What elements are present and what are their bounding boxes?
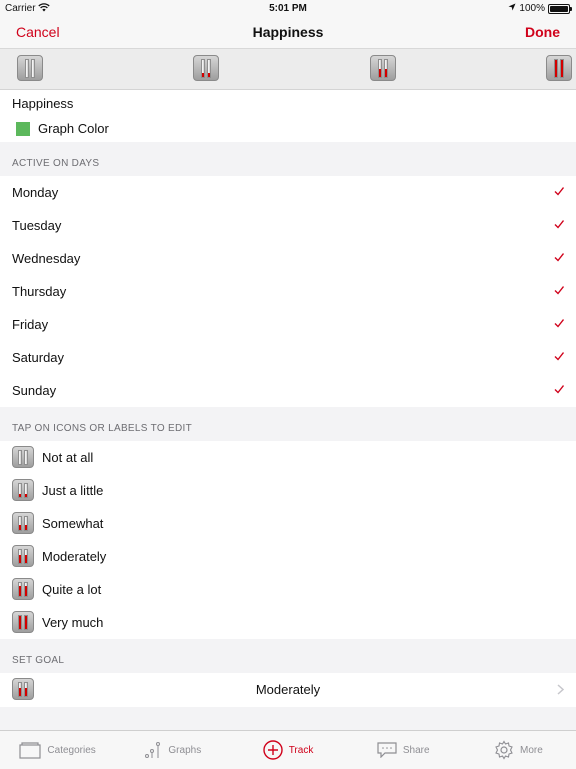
category-name[interactable]: Happiness: [12, 96, 73, 111]
tab-bar: Categories Graphs Track Share More: [0, 730, 576, 769]
plus-circle-icon: [262, 740, 283, 760]
checkmark-icon: [554, 286, 564, 295]
meter-icon[interactable]: [12, 479, 34, 501]
checkmark-icon: [554, 319, 564, 328]
level-label[interactable]: Just a little: [42, 483, 103, 498]
day-row-monday[interactable]: Monday: [0, 176, 576, 209]
goal-value: Moderately: [255, 682, 321, 697]
gear-icon: [495, 740, 513, 760]
page-title: Happiness: [252, 24, 324, 40]
location-icon: [508, 3, 516, 14]
checkmark-icon: [554, 253, 564, 262]
graph-icon: [145, 742, 161, 758]
meter-icon[interactable]: [17, 55, 43, 81]
tab-categories[interactable]: Categories: [0, 731, 115, 769]
chevron-right-icon: [557, 684, 564, 695]
checkmark-icon: [554, 385, 564, 394]
active-days-header: ACTIVE ON DAYS: [12, 158, 100, 169]
done-button[interactable]: Done: [525, 24, 560, 40]
status-time: 5:01 PM: [269, 3, 307, 14]
battery-icon: [548, 3, 572, 14]
checkmark-icon: [554, 220, 564, 229]
level-row[interactable]: Somewhat: [0, 507, 576, 540]
meter-icon[interactable]: [12, 545, 34, 567]
tab-track[interactable]: Track: [230, 731, 345, 769]
day-row-sunday[interactable]: Sunday: [0, 374, 576, 407]
level-row[interactable]: Not at all: [0, 441, 576, 474]
level-label[interactable]: Not at all: [42, 450, 93, 465]
level-label[interactable]: Very much: [42, 615, 103, 630]
status-bar: Carrier 5:01 PM 100%: [0, 0, 576, 16]
meter-icon[interactable]: [370, 55, 396, 81]
meter-icon[interactable]: [12, 578, 34, 600]
battery-percent: 100%: [519, 3, 545, 14]
level-icon-strip: [0, 49, 576, 90]
day-row-saturday[interactable]: Saturday: [0, 341, 576, 374]
day-row-thursday[interactable]: Thursday: [0, 275, 576, 308]
meter-icon[interactable]: [193, 55, 219, 81]
folder-icon: [19, 741, 42, 759]
meter-icon[interactable]: [12, 611, 34, 633]
level-row[interactable]: Very much: [0, 606, 576, 639]
level-label[interactable]: Somewhat: [42, 516, 103, 531]
level-label[interactable]: Moderately: [42, 549, 106, 564]
checkmark-icon: [554, 352, 564, 361]
level-row[interactable]: Quite a lot: [0, 573, 576, 606]
goal-row[interactable]: Moderately: [0, 673, 576, 707]
settings-list: Happiness Graph Color ACTIVE ON DAYS Mon…: [0, 90, 576, 730]
tab-more[interactable]: More: [461, 731, 576, 769]
active-days-list: Monday Tuesday Wednesday Thursday Friday…: [0, 176, 576, 407]
level-label[interactable]: Quite a lot: [42, 582, 101, 597]
tab-share[interactable]: Share: [346, 731, 461, 769]
day-row-tuesday[interactable]: Tuesday: [0, 209, 576, 242]
status-right: 100%: [508, 3, 572, 14]
day-row-friday[interactable]: Friday: [0, 308, 576, 341]
graph-color-swatch[interactable]: [16, 122, 30, 136]
meter-icon[interactable]: [12, 446, 34, 468]
meter-icon[interactable]: [12, 512, 34, 534]
goal-section: Moderately: [0, 673, 576, 707]
levels-list: Not at all Just a little Somewhat Modera…: [0, 441, 576, 639]
category-section: Happiness Graph Color: [0, 90, 576, 142]
navigation-bar: Cancel Happiness Done: [0, 16, 576, 49]
graph-color-label[interactable]: Graph Color: [38, 121, 109, 136]
level-row[interactable]: Just a little: [0, 474, 576, 507]
levels-header: TAP ON ICONS OR LABELS TO EDIT: [12, 423, 192, 434]
level-row[interactable]: Moderately: [0, 540, 576, 573]
checkmark-icon: [554, 187, 564, 196]
chat-bubble-icon: [377, 742, 397, 758]
day-row-wednesday[interactable]: Wednesday: [0, 242, 576, 275]
meter-icon[interactable]: [546, 55, 572, 81]
goal-header: SET GOAL: [12, 655, 65, 666]
tab-graphs[interactable]: Graphs: [115, 731, 230, 769]
